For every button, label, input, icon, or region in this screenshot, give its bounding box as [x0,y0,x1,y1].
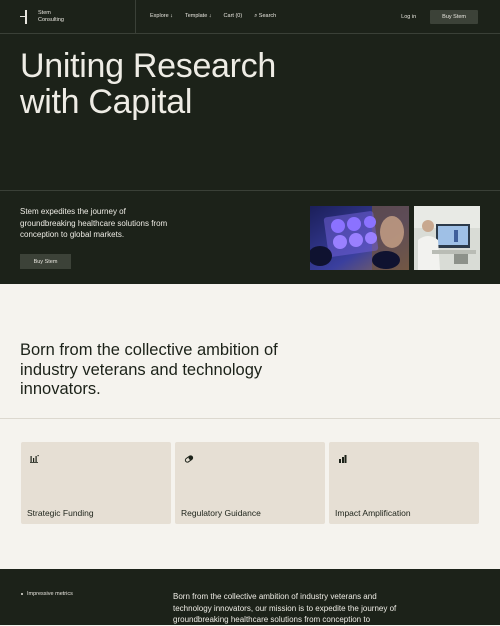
logo-text: Stem Consulting [38,10,64,23]
service-card-regulatory[interactable]: Regulatory Guidance [175,442,325,524]
about-divider [0,418,500,419]
metrics-label: Impressive metrics [21,591,73,597]
pill-icon [184,451,194,463]
hero-title: Uniting Research with Capital [20,47,276,121]
header-actions: Log in Buy Stem [401,9,500,24]
card-label: Strategic Funding [27,508,94,518]
main-nav: Explore ↓ Template ↓ Cart (0) ⌕ Search [136,13,276,20]
logo-mark-icon [20,9,32,24]
logo[interactable]: Stem Consulting [0,0,136,33]
metrics-section: Impressive metrics Born from the collect… [0,569,500,625]
metrics-label-text: Impressive metrics [27,591,73,597]
about-heading: Born from the collective ambition of ind… [20,341,278,398]
lab-plate-image [310,206,409,270]
bullet-icon [21,593,23,595]
hero-subtitle: Stem expedites the journey of groundbrea… [20,207,168,239]
buy-button-header[interactable]: Buy Stem [430,9,478,24]
service-card-funding[interactable]: Strategic Funding [21,442,171,524]
nav-template[interactable]: Template ↓ [185,13,212,20]
nav-cart[interactable]: Cart (0) [224,13,243,20]
hero-divider [0,190,500,191]
login-link[interactable]: Log in [401,14,416,20]
logo-line-2: Consulting [38,16,64,23]
nav-search[interactable]: ⌕ Search [254,13,276,20]
mission-text: Born from the collective ambition of ind… [173,592,397,624]
lab-scientist-image [414,206,480,270]
nav-explore[interactable]: Explore ↓ [150,13,173,20]
bar-chart-icon [338,451,348,463]
service-card-impact[interactable]: Impact Amplification [329,442,479,524]
hero-section: Uniting Research with Capital Stem exped… [0,34,500,284]
card-label: Regulatory Guidance [181,508,261,518]
card-label: Impact Amplification [335,508,411,518]
site-header: Stem Consulting Explore ↓ Template ↓ Car… [0,0,500,34]
buy-button-hero[interactable]: Buy Stem [20,254,71,269]
funding-icon [30,451,40,463]
